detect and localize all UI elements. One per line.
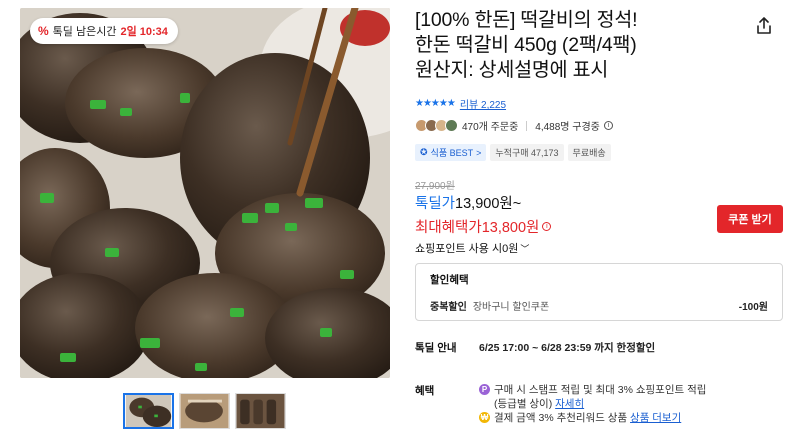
shield-check-icon: ✪ [420, 147, 428, 157]
deal-price-value: 13,900원~ [455, 196, 522, 212]
food-best-badge[interactable]: ✪ 식품 BEST > [415, 144, 487, 161]
tteokgalbi-photo [20, 8, 390, 378]
deal-period: 6/25 17:00 ~ 6/28 23:59 까지 한정할인 [479, 342, 656, 354]
discount-box: 할인혜택 중복할인 장바구니 할인쿠폰 -100원 [415, 263, 783, 321]
watch-count: 4,488명 구경중 [535, 122, 600, 133]
max-benefit-text: 최대혜택가13,800원 [415, 220, 540, 236]
deal-info-row: 톡딜 안내 6/25 17:00 ~ 6/28 23:59 까지 한정할인 [415, 340, 655, 355]
share-button[interactable] [748, 10, 780, 42]
deal-info-label: 톡딜 안내 [415, 342, 457, 354]
timer-remaining: 2일 10:34 [120, 26, 168, 38]
coupon-button[interactable]: 쿠폰 받기 [717, 205, 783, 233]
benefit-text: 결제 금액 3% 추천리워드 상품 [494, 412, 628, 424]
review-count-link[interactable]: 리뷰 2,225 [460, 96, 506, 111]
thumbnail-image [125, 395, 172, 427]
cumulative-purchase-badge: 누적구매 47,173 [490, 144, 564, 161]
benefit-list: P 구매 시 스탬프 적립 및 최대 3% 쇼핑포인트 적립 (등급별 상이) … [479, 383, 706, 425]
deal-timer-badge: % 톡딜 남은시간 2일 10:34 [30, 18, 178, 44]
deal-price-label: 톡딜가 [415, 196, 456, 212]
free-shipping-badge: 무료배송 [567, 144, 611, 161]
info-icon[interactable]: i [542, 222, 552, 231]
shopping-point-toggle[interactable]: 쇼핑포인트 사용 시0원 ﹀ [415, 240, 529, 256]
discount-amount: -100원 [738, 302, 768, 313]
product-title: [100% 한돈] 떡갈비의 정석! 한돈 떡갈비 450g (2팩/4팩) 원… [415, 9, 638, 81]
order-status-row: 470개 주문중 4,488명 구경중 i [415, 118, 613, 133]
discount-type: 중복할인 [430, 302, 467, 313]
benefit-detail-link[interactable]: 자세히 [555, 398, 584, 410]
discount-title: 할인혜택 [430, 274, 469, 286]
rating-row: ★★★★★ 리뷰 2,225 [415, 96, 506, 111]
max-benefit-price: 최대혜택가13,800원 i [415, 216, 552, 237]
benefit-subtext: (등급별 상이) [494, 398, 553, 410]
badge-row: ✪ 식품 BEST > 누적구매 47,173 무료배송 [415, 144, 611, 161]
percent-tag-icon: % [38, 24, 49, 38]
chevron-down-icon: ﹀ [520, 243, 530, 254]
thumbnail-3[interactable] [235, 393, 286, 429]
product-info: [100% 한돈] 떡갈비의 정석! 한돈 떡갈비 450g (2팩/4팩) 원… [415, 8, 785, 83]
benefit-label: 혜택 [415, 385, 435, 397]
avatar [445, 119, 458, 132]
benefit-item: P 구매 시 스탬프 적립 및 최대 3% 쇼핑포인트 적립 (등급별 상이) … [479, 383, 706, 411]
coin-icon: ₩ [479, 412, 490, 423]
deal-price-line: 톡딜가13,900원~ [415, 192, 521, 213]
share-icon [757, 17, 771, 34]
thumbnail-strip [123, 393, 286, 429]
discount-detail: 장바구니 할인쿠폰 [472, 302, 550, 313]
buyer-avatars [415, 119, 458, 132]
thumbnail-2[interactable] [179, 393, 230, 429]
order-count: 470개 주문중 [462, 122, 519, 133]
rating-stars: ★★★★★ [415, 98, 456, 109]
discount-row: 중복할인 장바구니 할인쿠폰 -100원 [430, 298, 768, 313]
thumbnail-image [180, 394, 229, 428]
original-price: 27,900원 [415, 181, 455, 192]
point-use-label: 쇼핑포인트 사용 시0원 [415, 243, 519, 255]
benefit-text: 구매 시 스탬프 적립 및 최대 3% 쇼핑포인트 적립 [494, 384, 707, 396]
thumbnail-image [236, 394, 285, 428]
benefit-item: ₩ 결제 금액 3% 추천리워드 상품 상품 더보기 [479, 411, 706, 425]
product-main-image[interactable] [20, 8, 390, 378]
info-icon[interactable]: i [603, 121, 613, 130]
more-products-link[interactable]: 상품 더보기 [630, 412, 681, 424]
divider [526, 120, 528, 131]
thumbnail-1[interactable] [123, 393, 174, 429]
point-p-icon: P [479, 384, 490, 395]
timer-label: 톡딜 남은시간 [52, 26, 117, 38]
best-badge-label: 식품 BEST [430, 148, 474, 158]
chevron-right-icon: > [476, 147, 482, 158]
